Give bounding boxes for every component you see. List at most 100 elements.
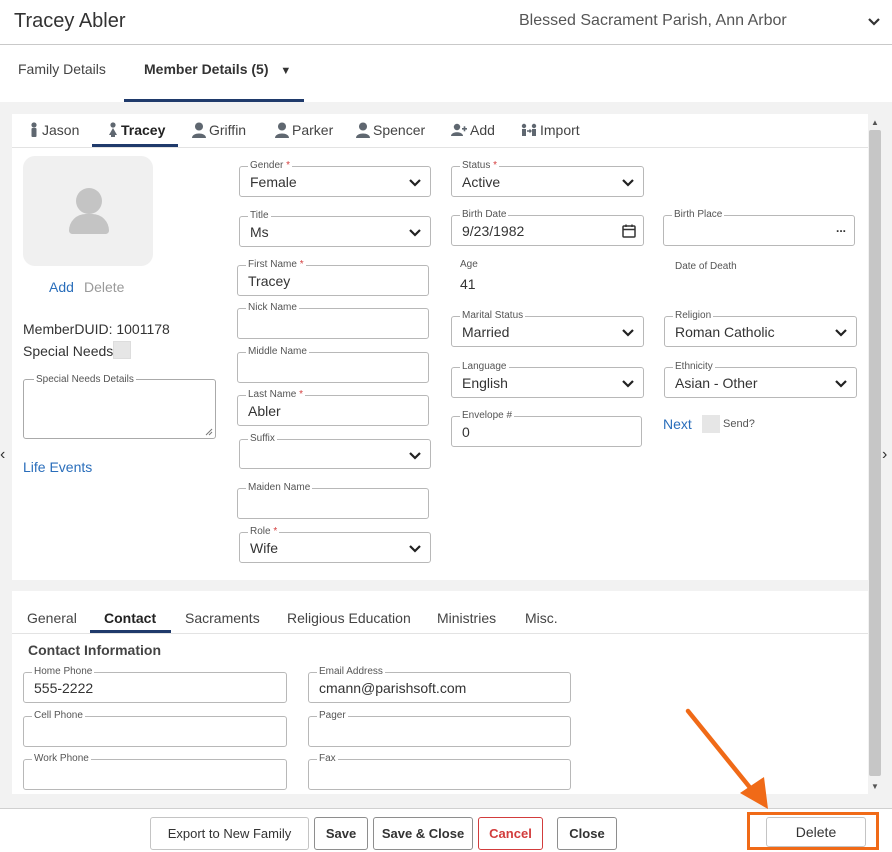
field-value: Ms [250, 224, 269, 240]
field-value: 0 [462, 424, 470, 440]
subtab-sacraments[interactable]: Sacraments [185, 610, 260, 626]
tab-family-details[interactable]: Family Details [18, 61, 106, 77]
field-label: Language [460, 360, 509, 374]
field-label: Pager [317, 709, 348, 723]
ethnicity-select[interactable]: Ethnicity Asian - Other [664, 360, 857, 398]
special-needs-checkbox[interactable] [113, 341, 131, 359]
nick-name-field[interactable]: Nick Name [237, 301, 429, 339]
field-value: cmann@parishsoft.com [319, 680, 467, 696]
scroll-up-icon[interactable]: ▲ [871, 118, 879, 127]
photo-add-link[interactable]: Add [49, 279, 74, 295]
import-icon [521, 123, 537, 136]
middle-name-field[interactable]: Middle Name [237, 345, 429, 383]
divider [12, 147, 868, 148]
subtab-ministries[interactable]: Ministries [437, 610, 496, 626]
birth-date-field[interactable]: Birth Date 9/23/1982 [451, 208, 644, 246]
member-tab-spencer[interactable]: Spencer [356, 122, 425, 138]
field-label: Suffix [248, 432, 277, 446]
scrollbar-thumb[interactable] [869, 130, 881, 776]
chevron-down-icon [622, 380, 634, 388]
field-value: English [462, 375, 508, 391]
member-tab-label: Add [470, 122, 495, 138]
role-select[interactable]: Role * Wife [239, 525, 431, 563]
gender-select[interactable]: Gender * Female [239, 159, 431, 197]
parish-name[interactable]: Blessed Sacrament Parish, Ann Arbor [519, 12, 787, 30]
field-label: First Name * [246, 258, 306, 272]
field-label: Ethnicity [673, 360, 715, 374]
member-tab-label: Import [540, 122, 580, 138]
send-checkbox[interactable] [702, 415, 720, 433]
resize-handle-icon[interactable] [205, 428, 213, 436]
field-label: Nick Name [246, 301, 299, 315]
envelope-number-field[interactable]: Envelope # 0 [451, 409, 642, 447]
send-label: Send? [723, 418, 755, 430]
fax-field[interactable]: Fax [308, 752, 571, 790]
close-button[interactable]: Close [557, 817, 617, 850]
avatar-icon [76, 188, 102, 214]
next-member-arrow[interactable]: › [882, 446, 887, 464]
member-tab-griffin[interactable]: Griffin [192, 122, 246, 138]
export-to-new-family-button[interactable]: Export to New Family [150, 817, 309, 850]
chevron-down-icon[interactable] [866, 14, 882, 30]
photo-delete-link[interactable]: Delete [84, 279, 124, 295]
birth-place-field[interactable]: Birth Place ... [663, 208, 855, 246]
subtab-misc[interactable]: Misc. [525, 610, 558, 626]
annotation-arrow-icon [685, 708, 768, 809]
field-label: Middle Name [246, 345, 309, 359]
work-phone-field[interactable]: Work Phone [23, 752, 287, 790]
member-tab-tracey[interactable]: Tracey [108, 122, 165, 138]
cell-phone-field[interactable]: Cell Phone [23, 709, 287, 747]
member-name-title: Tracey Abler [14, 10, 126, 32]
special-needs-label: Special Needs [23, 343, 114, 359]
status-select[interactable]: Status * Active [451, 159, 644, 197]
member-tab-add[interactable]: Add [451, 122, 495, 138]
email-address-field[interactable]: Email Address cmann@parishsoft.com [308, 665, 571, 703]
member-tab-parker[interactable]: Parker [275, 122, 333, 138]
field-label: Birth Date [460, 208, 509, 222]
person-icon [356, 122, 370, 138]
maiden-name-field[interactable]: Maiden Name [237, 481, 429, 519]
member-tab-label: Parker [292, 122, 334, 138]
home-phone-field[interactable]: Home Phone 555-2222 [23, 665, 287, 703]
title-select[interactable]: Title Ms [239, 209, 431, 247]
top-tabs: Family Details Member Details (5) ▼ [0, 45, 892, 102]
subtab-general[interactable]: General [27, 610, 77, 626]
tab-label: Family Details [18, 61, 106, 77]
suffix-select[interactable]: Suffix [239, 432, 431, 469]
field-label: Gender * [248, 159, 293, 173]
life-events-link[interactable]: Life Events [23, 459, 92, 475]
caret-down-icon[interactable]: ▼ [280, 65, 291, 77]
cancel-button[interactable]: Cancel [478, 817, 543, 850]
field-label: Birth Place [672, 208, 725, 222]
calendar-icon[interactable] [621, 223, 637, 239]
last-name-field[interactable]: Last Name * Abler [237, 388, 429, 426]
field-value: Female [250, 174, 297, 190]
member-tab-jason[interactable]: Jason [29, 122, 79, 138]
next-envelope-link[interactable]: Next [663, 416, 692, 432]
member-duid: MemberDUID: 1001178 [23, 321, 170, 337]
field-label: Role * [248, 525, 280, 539]
subtab-religious-education[interactable]: Religious Education [287, 610, 411, 626]
male-icon [31, 122, 37, 137]
special-needs-details-field[interactable]: Special Needs Details [23, 373, 216, 439]
subtab-contact[interactable]: Contact [104, 610, 156, 626]
prev-member-arrow[interactable]: ‹ [0, 446, 5, 464]
religion-select[interactable]: Religion Roman Catholic [664, 309, 857, 347]
save-and-close-button[interactable]: Save & Close [373, 817, 473, 850]
chevron-down-icon [409, 179, 421, 187]
field-value: Wife [250, 540, 278, 556]
save-button[interactable]: Save [314, 817, 368, 850]
field-value: Roman Catholic [675, 324, 775, 340]
pager-field[interactable]: Pager [308, 709, 571, 747]
scroll-down-icon[interactable]: ▼ [871, 782, 879, 791]
language-select[interactable]: Language English [451, 360, 644, 398]
tab-member-details[interactable]: Member Details (5) ▼ [144, 61, 291, 77]
field-label: Home Phone [32, 665, 95, 679]
marital-status-select[interactable]: Marital Status Married [451, 309, 644, 347]
member-tab-import[interactable]: Import [521, 122, 580, 138]
member-photo [23, 156, 153, 266]
first-name-field[interactable]: First Name * Tracey [237, 258, 429, 296]
chevron-down-icon [409, 229, 421, 237]
more-options-icon[interactable]: ... [836, 221, 846, 235]
delete-highlight-box [747, 812, 879, 850]
